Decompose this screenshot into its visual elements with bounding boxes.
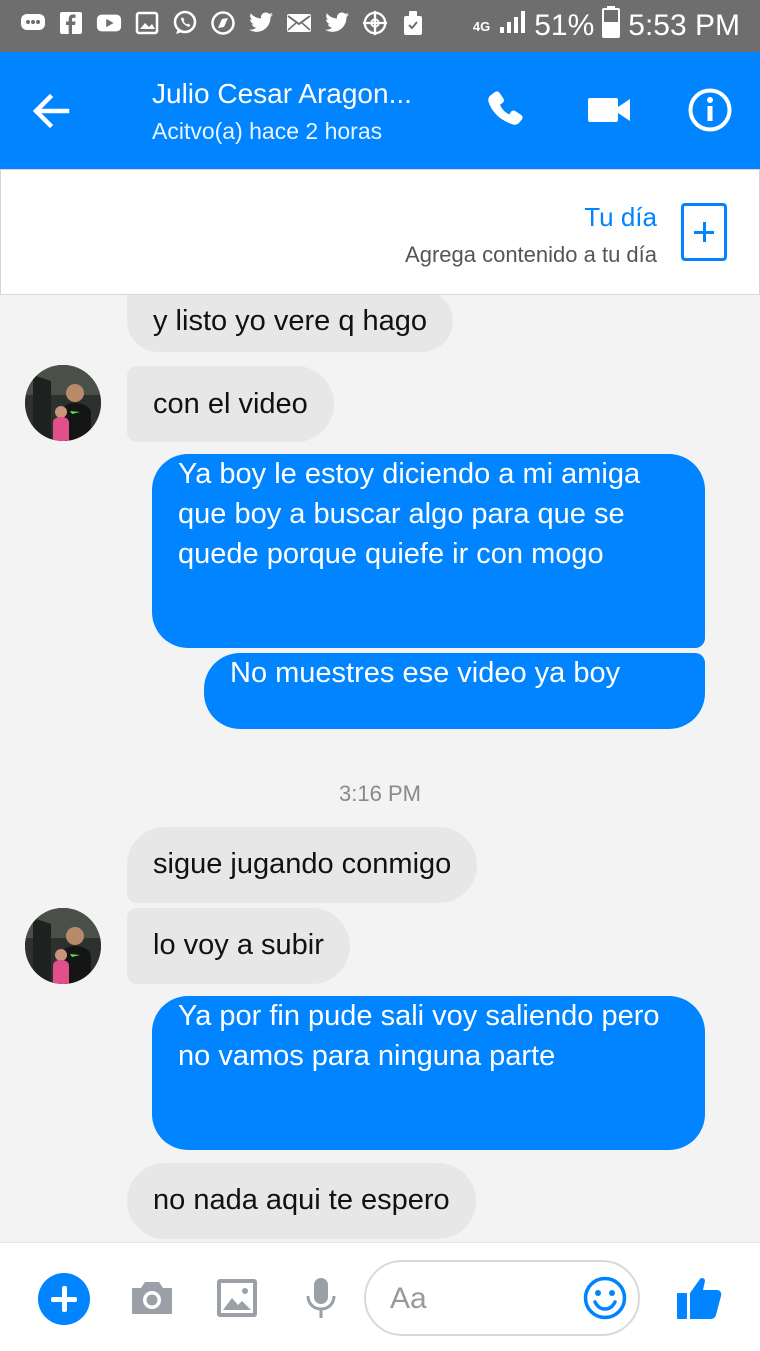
avatar[interactable] bbox=[25, 908, 101, 984]
incoming-message[interactable]: sigue jugando conmigo bbox=[127, 827, 478, 903]
video-camera-icon bbox=[588, 98, 630, 122]
gallery-button[interactable] bbox=[213, 1274, 261, 1322]
voice-message-button[interactable] bbox=[297, 1274, 345, 1322]
network-type: 4G bbox=[472, 18, 491, 34]
add-story-button[interactable] bbox=[681, 203, 727, 261]
message-input[interactable]: Aa bbox=[364, 1260, 640, 1336]
battery-icon bbox=[602, 6, 621, 46]
cleaner-icon bbox=[400, 10, 426, 36]
battery-percent: 51% bbox=[534, 9, 595, 42]
signal-icon bbox=[498, 9, 526, 43]
whatsapp-icon bbox=[172, 10, 198, 36]
more-actions-button[interactable] bbox=[38, 1273, 90, 1325]
image-icon bbox=[217, 1279, 257, 1317]
message-composer: Aa bbox=[0, 1242, 760, 1351]
incoming-message[interactable]: con el video bbox=[127, 366, 334, 442]
notification-icons bbox=[20, 10, 426, 36]
message-thread[interactable]: y listo yo vere q hago con el video Ya b… bbox=[0, 295, 760, 1242]
avatar[interactable] bbox=[25, 365, 101, 441]
contact-status: Acitvo(a) hace 2 horas bbox=[152, 118, 383, 144]
message-input-placeholder: Aa bbox=[390, 1282, 427, 1315]
your-day-title: Tu día bbox=[584, 202, 657, 232]
like-button[interactable] bbox=[674, 1271, 726, 1323]
message-timestamp: 3:16 PM bbox=[339, 781, 421, 806]
voice-call-button[interactable] bbox=[482, 86, 530, 134]
incoming-message[interactable]: lo voy a subir bbox=[127, 908, 350, 984]
smiley-icon bbox=[583, 1276, 627, 1320]
clock: 5:53 PM bbox=[628, 9, 740, 42]
info-button[interactable] bbox=[686, 86, 734, 134]
video-call-button[interactable] bbox=[586, 86, 634, 134]
target-icon bbox=[362, 10, 388, 36]
incoming-message[interactable]: no nada aqui te espero bbox=[127, 1163, 476, 1239]
emoji-button[interactable] bbox=[582, 1275, 628, 1321]
status-bar: 4G 51% 5:53 PM bbox=[0, 0, 760, 52]
camera-button[interactable] bbox=[128, 1274, 176, 1322]
your-day-subtitle: Agrega contenido a tu día bbox=[405, 242, 657, 267]
messages-icon bbox=[20, 10, 46, 36]
back-button[interactable] bbox=[30, 90, 72, 132]
your-day-banner[interactable]: Tu día Agrega contenido a tu día bbox=[0, 169, 760, 295]
thumbs-up-icon bbox=[677, 1277, 722, 1319]
back-arrow-icon bbox=[32, 93, 70, 129]
system-status: 4G 51% 5:53 PM bbox=[473, 6, 740, 46]
gallery-icon bbox=[134, 10, 160, 36]
mail-icon bbox=[286, 10, 312, 36]
conversation-header: Julio Cesar Aragon... Acitvo(a) hace 2 h… bbox=[0, 52, 760, 169]
outgoing-message[interactable]: Ya boy le estoy diciendo a mi amiga que … bbox=[152, 454, 705, 648]
camera-icon bbox=[132, 1282, 172, 1314]
outgoing-message[interactable]: Ya por fin pude sali voy saliendo pero n… bbox=[152, 996, 705, 1150]
twitter-icon bbox=[324, 10, 350, 36]
facebook-icon bbox=[58, 10, 84, 36]
contact-name[interactable]: Julio Cesar Aragon... bbox=[152, 78, 412, 110]
microphone-icon bbox=[306, 1278, 336, 1318]
youtube-icon bbox=[96, 10, 122, 36]
incoming-message[interactable]: y listo yo vere q hago bbox=[127, 295, 454, 352]
outgoing-message[interactable]: No muestres ese video ya boy bbox=[204, 653, 705, 729]
browser-icon bbox=[210, 10, 236, 36]
phone-icon bbox=[488, 91, 523, 125]
info-icon bbox=[688, 88, 732, 132]
twitter-icon bbox=[248, 10, 274, 36]
